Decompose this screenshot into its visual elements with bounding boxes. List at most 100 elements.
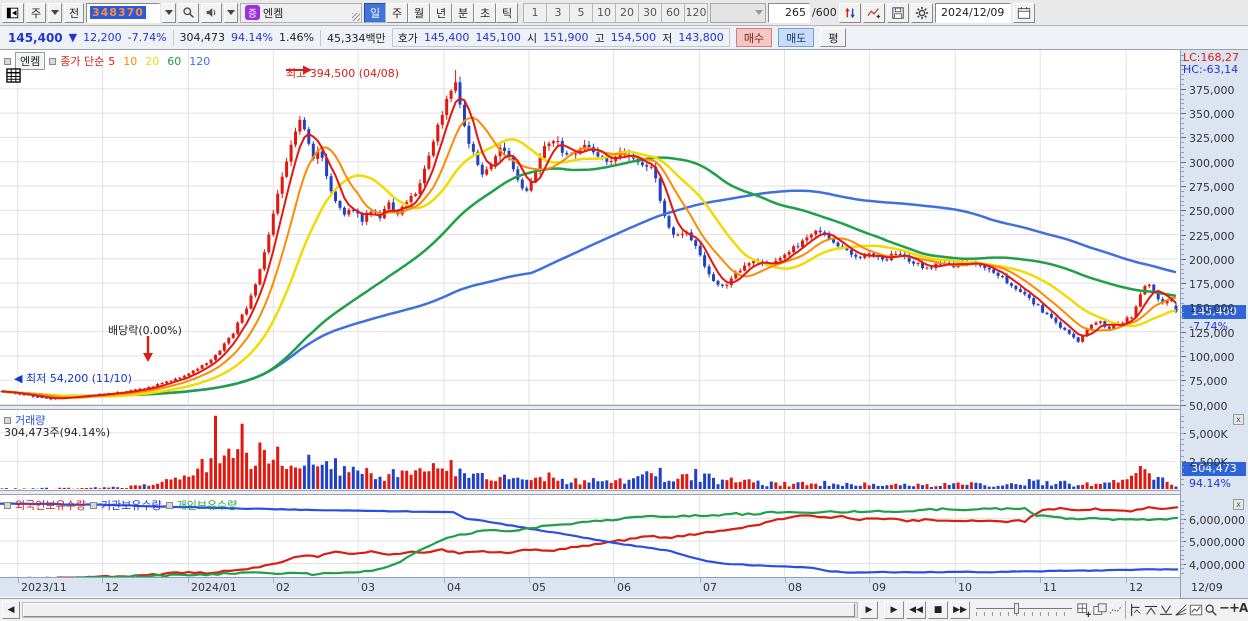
candlestick-chart[interactable] xyxy=(0,50,1180,405)
valley-tool-button[interactable] xyxy=(1158,602,1174,618)
jeon-button[interactable]: 전 xyxy=(64,2,84,23)
tab-분[interactable]: 분 xyxy=(452,2,474,23)
fast-forward-button[interactable]: ▶▶ xyxy=(950,601,970,619)
tab-초[interactable]: 초 xyxy=(474,2,496,23)
volume-panel-close-button[interactable]: x xyxy=(1233,414,1244,425)
high-price: 154,500 xyxy=(610,31,657,44)
time-tick xyxy=(444,578,445,583)
fan-lines-tool-button[interactable] xyxy=(1173,602,1189,618)
bar-count-input[interactable]: 265 xyxy=(768,2,810,23)
period-dropdown-button[interactable] xyxy=(48,2,62,23)
stop-button[interactable]: ■ xyxy=(928,601,948,619)
window-menu-button[interactable] xyxy=(2,2,24,23)
speed-slider-handle[interactable] xyxy=(1014,603,1019,614)
price-tick xyxy=(1181,322,1184,323)
peak-tool-button[interactable] xyxy=(1143,602,1159,618)
price-tick xyxy=(1181,215,1184,217)
save-button[interactable] xyxy=(886,2,909,23)
price-tick xyxy=(1181,336,1184,338)
rewind-button[interactable]: ◀◀ xyxy=(906,601,926,619)
speaker-icon xyxy=(206,8,216,17)
volume-tick xyxy=(1181,421,1184,423)
ma-legend-20: 20 xyxy=(145,54,160,68)
time-tick xyxy=(1040,578,1041,583)
time-tick xyxy=(358,578,359,583)
tab-틱[interactable]: 틱 xyxy=(496,2,518,23)
avg-button[interactable]: 평 xyxy=(820,28,847,47)
time-axis[interactable]: 2023/11 12 2024/01 02 03 04 05 06 07 08 09 10 11 12 xyxy=(0,577,1180,597)
minute-button-120[interactable]: 120 xyxy=(684,2,708,23)
holdings-tick xyxy=(1181,541,1184,543)
price-tick xyxy=(1181,389,1184,391)
price-tick xyxy=(1181,380,1186,382)
compare-button[interactable] xyxy=(838,2,861,23)
minute-button-3[interactable]: 3 xyxy=(546,2,570,23)
chevron-down-icon xyxy=(165,10,173,15)
code-dropdown-button[interactable] xyxy=(162,2,176,23)
price-tick xyxy=(1181,249,1184,251)
tab-월[interactable]: 월 xyxy=(408,2,430,23)
calendar-button[interactable] xyxy=(1012,2,1035,23)
settings-button[interactable] xyxy=(910,2,933,23)
price-change-pct: -7.74% xyxy=(127,31,167,44)
font-button[interactable]: A xyxy=(1239,601,1248,615)
holdings-tick xyxy=(1181,523,1184,525)
time-tick xyxy=(18,578,19,583)
sound-button[interactable] xyxy=(201,2,222,23)
price-tick xyxy=(1181,365,1184,367)
minute-button-1[interactable]: 1 xyxy=(523,2,547,23)
holdings-tick xyxy=(1181,509,1184,511)
interval-combo[interactable] xyxy=(710,2,766,23)
legend-marker xyxy=(4,57,11,65)
price-tick xyxy=(1181,360,1184,362)
trendline-button[interactable] xyxy=(862,2,885,23)
tab-주[interactable]: 주 xyxy=(386,2,408,23)
tab-일[interactable]: 일 xyxy=(364,2,386,23)
scrollbar-track[interactable] xyxy=(22,602,858,618)
scroll-right-button[interactable]: ▶ xyxy=(860,601,878,619)
minute-button-10[interactable]: 10 xyxy=(592,2,616,23)
bar-max-label: /600 xyxy=(812,6,837,19)
holdings-tick xyxy=(1181,554,1184,556)
volume-chart[interactable] xyxy=(0,410,1180,490)
holdings-panel-close-button[interactable]: x xyxy=(1233,499,1244,510)
price-axis-column[interactable]: LC:168,27 HC:-63,14 x x 145,400 -7.74% 3… xyxy=(1180,50,1248,598)
price-tick xyxy=(1181,351,1184,353)
price-tick xyxy=(1181,302,1184,304)
price-tick xyxy=(1181,166,1184,168)
stock-code-input[interactable]: 348370 xyxy=(86,2,160,23)
cascade-windows-button[interactable] xyxy=(1092,602,1108,618)
sound-dropdown-button[interactable] xyxy=(224,2,238,23)
play-button[interactable]: ▶ xyxy=(884,601,904,619)
time-label-07: 07 xyxy=(703,581,717,594)
stock-search-button[interactable] xyxy=(178,2,199,23)
volume-panel[interactable]: 거래량 304,473주(94.14%) xyxy=(0,410,1180,490)
ma-legend-5: 5 xyxy=(108,54,116,68)
scroll-left-button[interactable]: ◀ xyxy=(2,601,20,619)
price-panel[interactable]: 엔켐 종가 단순 5 10 20 60 120 최고 394,500 (04/08) xyxy=(0,50,1180,405)
minute-button-30[interactable]: 30 xyxy=(638,2,662,23)
resize-grip[interactable] xyxy=(352,12,360,21)
add-panel-button[interactable] xyxy=(1076,602,1092,618)
stock-name-field[interactable]: 증 엔켐 xyxy=(240,2,362,23)
holdings-panel[interactable]: 외국인보유수량 기관보유수량 개인보유수량 xyxy=(0,495,1180,577)
tab-년[interactable]: 년 xyxy=(430,2,452,23)
minute-button-20[interactable]: 20 xyxy=(615,2,639,23)
sell-button[interactable]: 매도 xyxy=(778,28,815,47)
period-quick-button[interactable]: 주 xyxy=(26,2,46,23)
chart-image-tool-button[interactable] xyxy=(1188,602,1204,618)
crosshair-tool-button[interactable] xyxy=(1128,602,1144,618)
zoom-button[interactable] xyxy=(1203,602,1219,618)
speed-slider-track[interactable] xyxy=(976,608,1072,609)
trend-edit-button[interactable] xyxy=(1108,602,1124,618)
minute-button-5[interactable]: 5 xyxy=(569,2,593,23)
chevron-down-icon xyxy=(227,10,235,15)
minute-button-60[interactable]: 60 xyxy=(661,2,685,23)
scrollbar-thumb[interactable] xyxy=(23,603,855,617)
time-label-2023/11: 2023/11 xyxy=(21,581,67,594)
period-quick-label: 주 xyxy=(30,6,42,20)
legend-marker xyxy=(89,501,97,509)
buy-button[interactable]: 매수 xyxy=(735,28,773,47)
date-input[interactable]: 2024/12/09 xyxy=(934,2,1011,23)
holdings-legend: 외국인보유수량 기관보유수량 개인보유수량 xyxy=(4,497,237,513)
